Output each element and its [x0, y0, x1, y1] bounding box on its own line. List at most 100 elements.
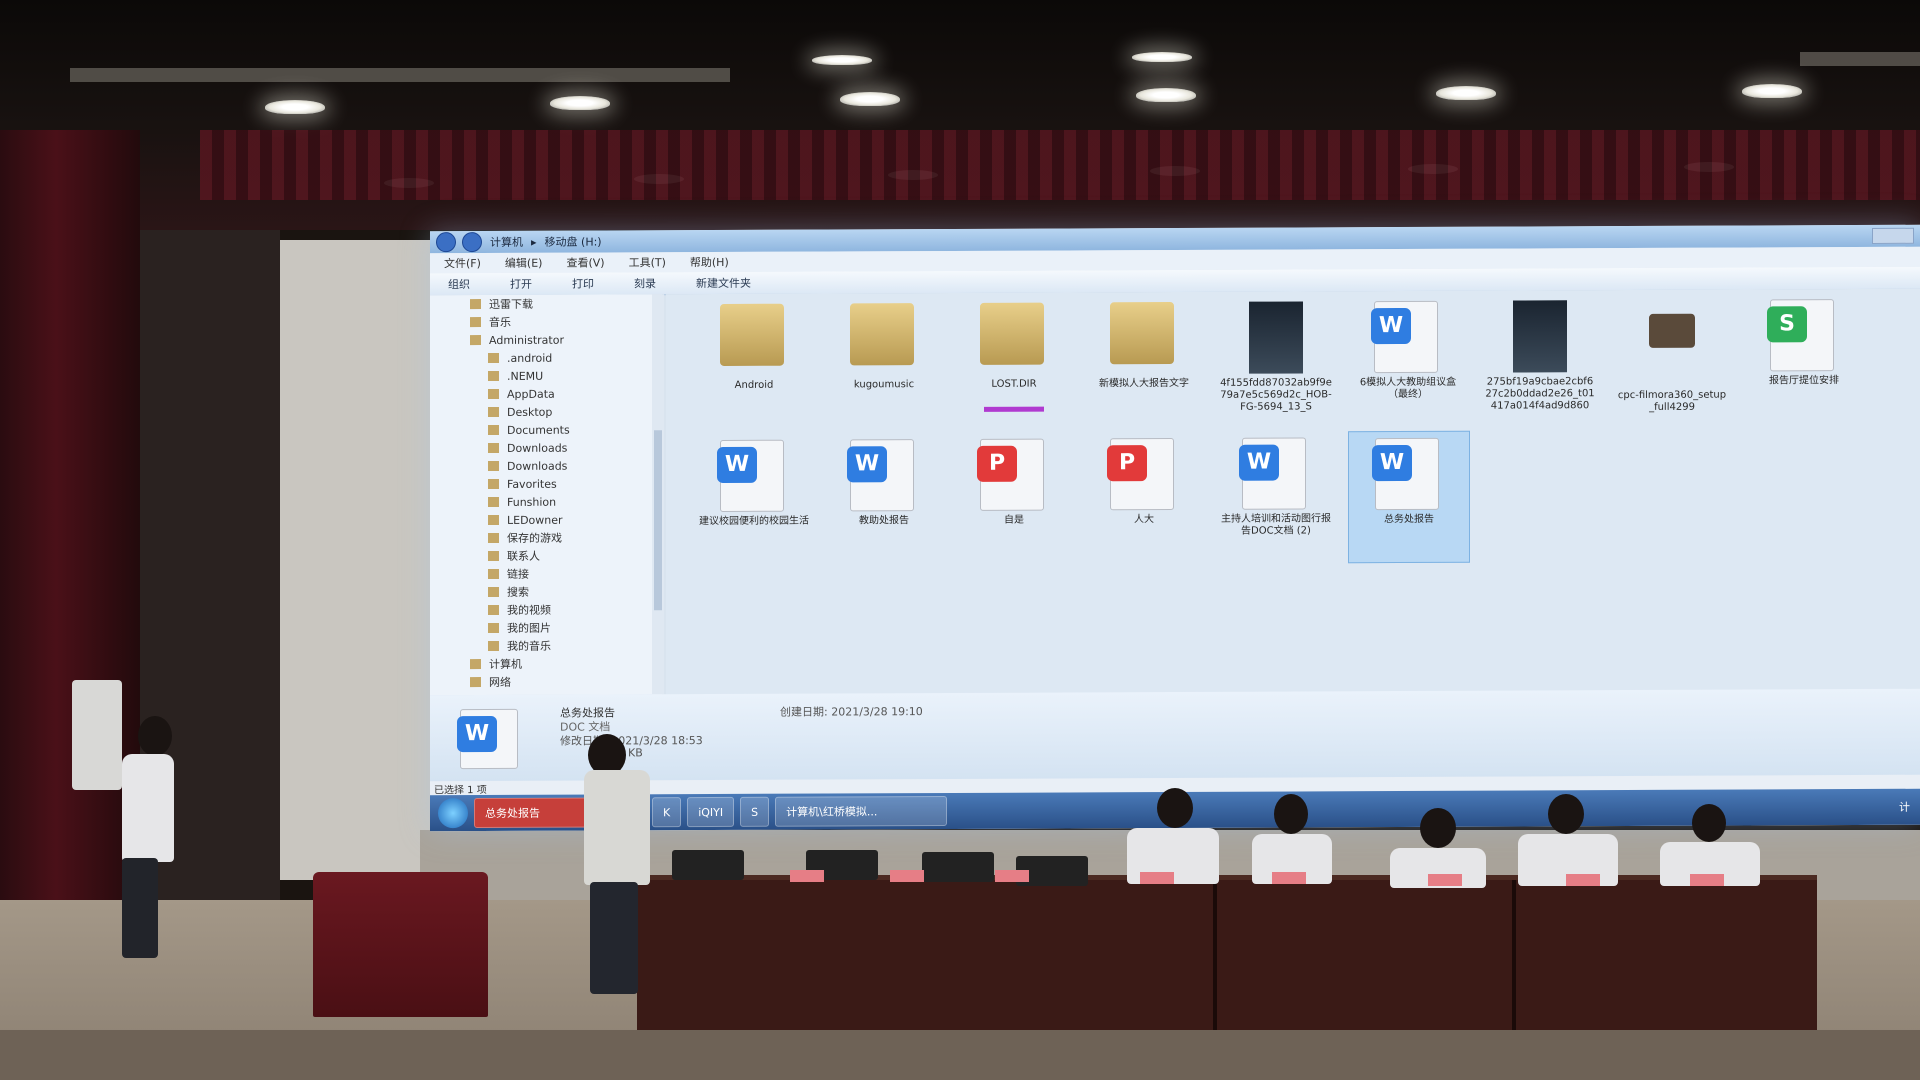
file-item[interactable]: Android — [694, 298, 814, 429]
start-button[interactable] — [438, 798, 468, 829]
nav-item-label: .NEMU — [507, 369, 544, 383]
taskbar-item-s[interactable]: S — [740, 796, 770, 827]
file-label: kugoumusic — [853, 379, 915, 391]
nav-item-label: Funshion — [507, 495, 557, 509]
breadcrumb-separator-icon: ▸ — [531, 235, 537, 249]
file-label: 教助处报告 — [859, 515, 909, 527]
file-item[interactable]: 275bf19a9cbae2cbf627c2b0ddad2e26_t01417a… — [1480, 294, 1600, 425]
ceiling-lamp — [1136, 88, 1196, 102]
ceiling-beam — [1800, 52, 1920, 66]
ceiling-lamp — [1132, 52, 1192, 62]
nav-item[interactable]: 迅雷下载 — [430, 294, 662, 313]
file-label: 自是 — [1004, 514, 1024, 526]
stage-curtain-left — [0, 130, 140, 930]
window-controls[interactable] — [1872, 227, 1914, 244]
file-item[interactable]: W 总务处报告 — [1348, 430, 1470, 564]
installer-icon — [1638, 313, 1706, 386]
nav-item[interactable]: Favorites — [430, 474, 662, 493]
file-label: LOST.DIR — [991, 378, 1037, 390]
menu-file[interactable]: 文件(F) — [444, 255, 481, 271]
doc-page: W — [717, 439, 784, 512]
taskbar-item-iqiyi[interactable]: iQIYI — [687, 796, 735, 828]
folder-icon — [980, 302, 1048, 375]
file-label: 建议校园便利的校园生活 — [699, 515, 809, 528]
nav-item[interactable]: 我的音乐 — [430, 636, 662, 655]
folder-icon — [488, 514, 499, 525]
menu-edit[interactable]: 编辑(E) — [505, 255, 543, 271]
file-item[interactable]: P 自是 — [954, 432, 1074, 563]
person-head — [1420, 808, 1456, 848]
file-item[interactable]: 4f155fdd87032ab9f9e79a7e5c569d2c_HOB-FG-… — [1216, 295, 1336, 426]
nav-item[interactable]: 搜索 — [430, 582, 662, 601]
taskbar-item-k[interactable]: K — [652, 797, 682, 828]
system-tray[interactable]: 计 — [1899, 799, 1910, 815]
back-icon[interactable] — [436, 232, 456, 253]
folder-icon — [488, 460, 499, 471]
nav-item-label: 保存的游戏 — [507, 531, 562, 545]
breadcrumb-drive[interactable]: 移动盘 (H:) — [545, 234, 602, 250]
print-button[interactable]: 打印 — [572, 276, 594, 292]
thumbnail — [1249, 301, 1303, 374]
file-item[interactable]: W 建议校园便利的校园生活 — [694, 434, 814, 565]
stage-edge — [0, 1030, 1920, 1080]
nav-item[interactable]: 我的视频 — [430, 600, 662, 619]
nav-item[interactable]: Documents — [430, 420, 662, 439]
nav-item[interactable]: .android — [430, 348, 662, 367]
doc-page: S — [1767, 299, 1834, 372]
nav-item[interactable]: 网络 — [430, 672, 662, 691]
doc-page: P — [1107, 438, 1174, 511]
air-conditioner — [72, 680, 122, 790]
new-folder-button[interactable]: 新建文件夹 — [696, 275, 751, 291]
organize-button[interactable]: 组织 — [448, 276, 470, 292]
details-pane: W 总务处报告 DOC 文档 修改日期: 2021/3/28 18:53 12.… — [430, 688, 1920, 782]
nameplate — [790, 870, 824, 882]
doc-page: W — [1372, 437, 1439, 511]
nav-item[interactable]: 计算机 — [430, 654, 662, 673]
nameplate — [1690, 874, 1724, 886]
file-item[interactable]: W 6模拟人大教助组议盒（最终） — [1348, 295, 1468, 426]
burn-button[interactable]: 刻录 — [634, 275, 656, 291]
file-item[interactable]: cpc-filmora360_setup_full4299 — [1612, 294, 1732, 425]
file-item[interactable]: S 报告厅提位安排 — [1744, 293, 1864, 424]
folder-icon — [488, 442, 499, 453]
file-item[interactable]: kugoumusic — [824, 297, 944, 428]
folder-icon — [488, 388, 499, 399]
doc-badge: S — [1767, 306, 1807, 343]
nav-item-label: 网络 — [489, 675, 511, 689]
nav-item[interactable]: Funshion — [430, 492, 662, 511]
file-item[interactable]: W 教助处报告 — [824, 433, 944, 564]
open-button[interactable]: 打开 — [510, 276, 532, 292]
folder-icon — [488, 586, 499, 597]
breadcrumb-computer[interactable]: 计算机 — [490, 234, 523, 250]
nav-item[interactable]: AppData — [430, 384, 662, 403]
file-item[interactable]: 新模拟人大报告文字 — [1084, 296, 1204, 427]
file-label: 人大 — [1134, 514, 1154, 526]
folder-icon — [488, 424, 499, 435]
navigation-scroll-thumb[interactable] — [654, 430, 662, 611]
folder-icon — [488, 622, 499, 633]
menu-view[interactable]: 查看(V) — [566, 254, 604, 270]
file-item[interactable]: P 人大 — [1084, 432, 1204, 563]
installer-box — [1649, 313, 1695, 348]
image-thumbnail-icon — [1242, 301, 1310, 374]
nav-item[interactable]: 保存的游戏 — [430, 528, 662, 547]
nav-item[interactable]: 我的图片 — [430, 618, 662, 637]
nav-item[interactable]: 音乐 — [430, 312, 662, 331]
nav-item[interactable]: Downloads — [430, 438, 662, 457]
person-head — [1692, 804, 1726, 842]
word-doc-icon: W — [1239, 437, 1310, 510]
nav-item[interactable]: .NEMU — [430, 366, 662, 385]
taskbar-item-explorer[interactable]: 计算机\红桥模拟... — [775, 795, 948, 827]
nav-item[interactable]: Administrator — [430, 330, 662, 349]
nav-item[interactable]: LEDowner — [430, 510, 662, 529]
menu-help[interactable]: 帮助(H) — [690, 254, 729, 270]
file-item[interactable]: W 主持人培训和活动图行报告DOC文档 (2) — [1216, 431, 1336, 562]
nav-item[interactable]: 联系人 — [430, 546, 662, 565]
nav-item[interactable]: 链接 — [430, 564, 662, 583]
folder-icon — [470, 335, 481, 346]
nav-item[interactable]: Downloads — [430, 456, 662, 475]
forward-icon[interactable] — [462, 232, 482, 253]
folder-icon — [470, 317, 481, 328]
nav-item[interactable]: Desktop — [430, 402, 662, 421]
menu-tools[interactable]: 工具(T) — [629, 254, 666, 270]
